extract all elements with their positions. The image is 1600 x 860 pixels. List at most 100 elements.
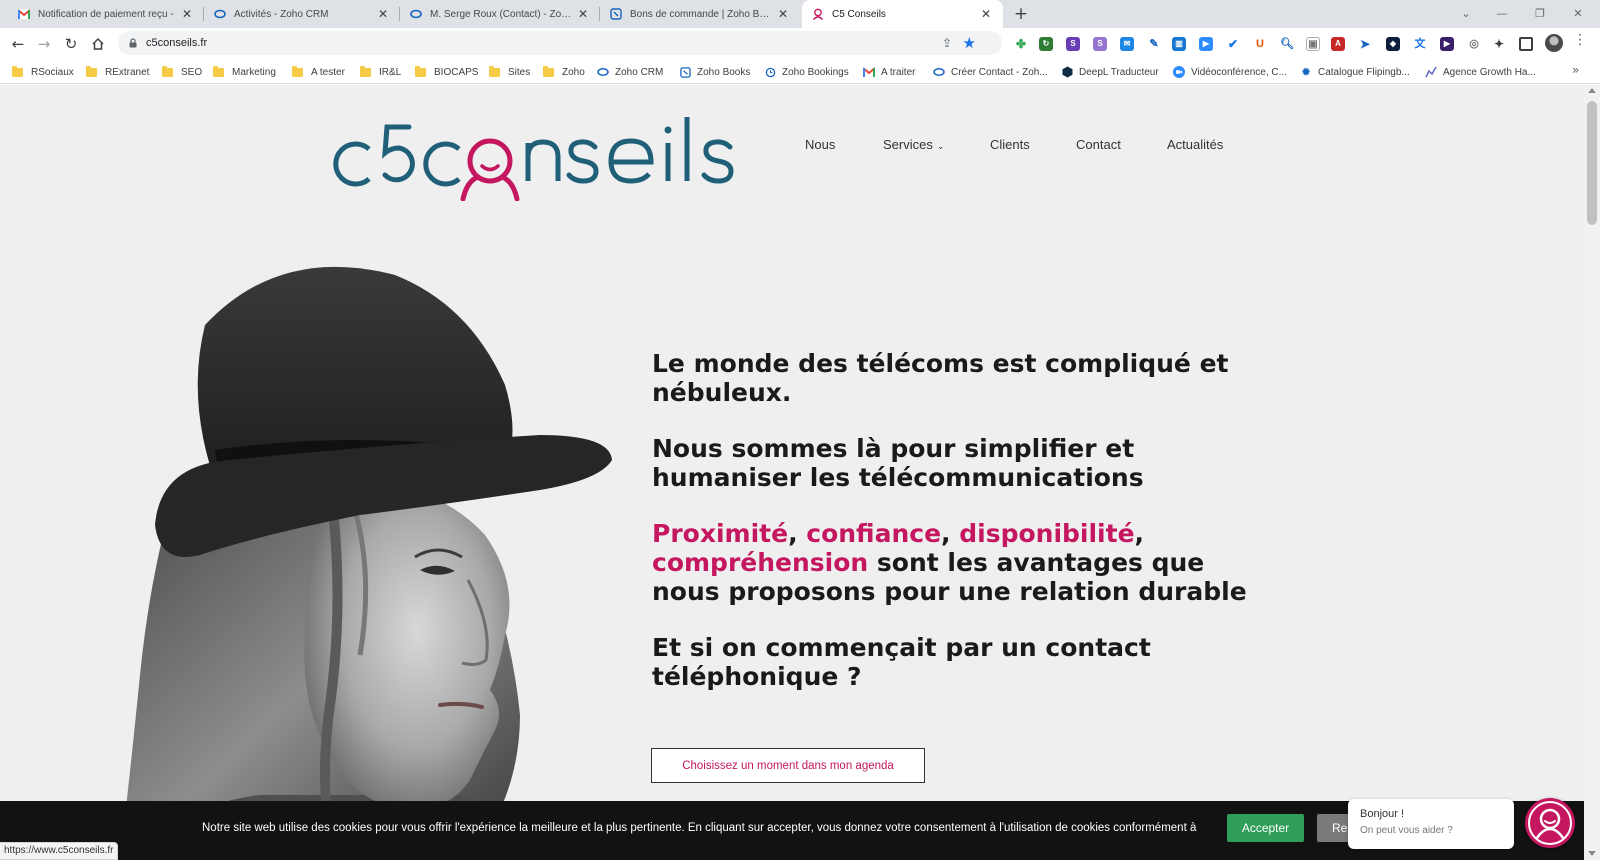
bookmark-seo[interactable]: SEO: [162, 64, 202, 80]
deepl-icon: [1061, 66, 1073, 78]
share-icon[interactable]: ⇪: [942, 36, 952, 50]
reload-icon[interactable]: ↻: [60, 33, 82, 55]
gear-icon: ✹: [1300, 65, 1312, 79]
extension-chat-icon[interactable]: ◎: [1467, 37, 1481, 51]
nav-services[interactable]: Services ⌄: [883, 137, 944, 152]
chat-greeting-bubble[interactable]: Bonjour ! On peut vous aider ?: [1348, 799, 1514, 849]
tab-strip: Notification de paiement reçu - ✕ Activi…: [0, 0, 1600, 28]
restore-icon[interactable]: ❐: [1526, 4, 1554, 24]
bookmark-a-traiter[interactable]: A traiter: [863, 64, 915, 80]
agenda-booking-button[interactable]: Choisissez un moment dans mon agenda: [651, 748, 925, 783]
extension-clover-icon[interactable]: ✤: [1014, 37, 1028, 51]
nav-actualites[interactable]: Actualités: [1167, 137, 1223, 152]
menu-kebab-icon[interactable]: ⋮: [1573, 32, 1587, 48]
extension-chart-icon[interactable]: ▥: [1172, 37, 1186, 51]
bookmark-star-icon[interactable]: ★: [963, 34, 976, 52]
bookmark-zoho[interactable]: Zoho: [543, 64, 585, 80]
nav-contact[interactable]: Contact: [1076, 137, 1121, 152]
hero-call-to-contact: Et si on commençait par un contact télép…: [652, 633, 1151, 691]
bookmarks-overflow-icon[interactable]: »: [1572, 63, 1579, 77]
back-icon[interactable]: ←: [7, 33, 29, 55]
tab-activites-zoho-crm[interactable]: Activités - Zoho CRM ✕: [204, 0, 400, 28]
minimize-icon[interactable]: —: [1488, 4, 1516, 24]
tab-notification-paiement[interactable]: Notification de paiement reçu - ✕: [8, 0, 204, 28]
bookmark-catalogue-flipingbook[interactable]: ✹ Catalogue Flipingb...: [1300, 64, 1410, 80]
tab-c5-conseils[interactable]: C5 Conseils ✕: [802, 0, 1003, 28]
extension-s-lavender-icon[interactable]: S: [1093, 37, 1107, 51]
bookmarks-bar: RSociaux RExtranet SEO Marketing A teste…: [0, 59, 1600, 84]
close-window-icon[interactable]: ✕: [1564, 4, 1592, 24]
forward-icon[interactable]: →: [33, 33, 55, 55]
tab-search-icon[interactable]: ⌄: [1452, 4, 1480, 24]
new-tab-button[interactable]: +: [1011, 4, 1031, 24]
extension-check-icon[interactable]: ✔: [1226, 37, 1240, 51]
side-panel-icon[interactable]: [1519, 37, 1533, 51]
logo-wordmark: [333, 117, 734, 202]
bookmark-rextranet[interactable]: RExtranet: [86, 64, 149, 80]
address-bar[interactable]: c5conseils.fr ⇪ ★: [118, 31, 1002, 55]
bookmark-irl[interactable]: IR&L: [360, 64, 401, 80]
bookmark-label: Créer Contact - Zoh...: [951, 66, 1048, 78]
bookmark-rsociaux[interactable]: RSociaux: [12, 64, 74, 80]
extension-translate-icon[interactable]: 文: [1413, 37, 1427, 51]
value-confiance: confiance: [806, 519, 942, 548]
bookmark-creer-contact[interactable]: Créer Contact - Zoh...: [933, 64, 1048, 80]
punctuation: ,: [941, 519, 960, 548]
bookmark-label: Agence Growth Ha...: [1443, 66, 1536, 78]
tab-title: Notification de paiement reçu -: [38, 8, 174, 20]
bookmark-zoho-books[interactable]: Zoho Books: [679, 64, 750, 80]
close-tab-icon[interactable]: ✕: [576, 7, 590, 21]
nav-nous[interactable]: Nous: [805, 137, 835, 152]
gmail-icon: [18, 8, 30, 20]
bookmark-label: Vidéoconférence, C...: [1191, 66, 1287, 78]
bookmark-marketing[interactable]: Marketing: [213, 64, 276, 80]
cookie-accept-button[interactable]: Accepter: [1227, 814, 1304, 842]
close-tab-icon[interactable]: ✕: [376, 7, 390, 21]
zoho-crm-icon: [410, 8, 422, 20]
c5conseils-logo[interactable]: [325, 111, 755, 202]
chat-avatar-icon: [1528, 801, 1572, 845]
bookmark-agence-growth[interactable]: Agence Growth Ha...: [1425, 64, 1536, 80]
bookmark-label: A tester: [311, 66, 345, 78]
bookmark-label: Zoho CRM: [615, 66, 664, 78]
bookmark-biocaps[interactable]: BIOCAPS: [415, 64, 478, 80]
folder-icon: [12, 65, 23, 77]
tab-serge-roux-contact[interactable]: M. Serge Roux (Contact) - Zoho C ✕: [400, 0, 600, 28]
bookmark-zoho-bookings[interactable]: Zoho Bookings: [764, 64, 849, 80]
bookmark-zoho-crm[interactable]: Zoho CRM: [597, 64, 663, 80]
close-tab-icon[interactable]: ✕: [776, 7, 790, 21]
extension-deepl-icon[interactable]: ◆: [1386, 37, 1400, 51]
bookmark-deepl[interactable]: DeepL Traducteur: [1061, 64, 1159, 80]
close-tab-icon[interactable]: ✕: [180, 7, 194, 21]
close-tab-icon[interactable]: ✕: [979, 7, 993, 21]
scroll-up-arrow-icon[interactable]: [1588, 88, 1596, 93]
chat-launcher-button[interactable]: [1525, 798, 1575, 848]
home-icon[interactable]: [87, 33, 109, 55]
extension-pen-icon[interactable]: ✎: [1147, 37, 1161, 51]
extension-zoom-icon[interactable]: ▶: [1199, 37, 1213, 51]
extension-arrow-icon[interactable]: ➤: [1358, 37, 1372, 51]
extension-mail-icon[interactable]: ✉: [1120, 37, 1134, 51]
bookmark-a-tester[interactable]: A tester: [292, 64, 345, 80]
bookmark-sites[interactable]: Sites: [489, 64, 530, 80]
profile-avatar[interactable]: [1545, 34, 1563, 52]
extension-refresh-icon[interactable]: ↻: [1039, 37, 1053, 51]
nav-clients[interactable]: Clients: [990, 137, 1030, 152]
tab-bons-de-commande[interactable]: Bons de commande | Zoho Book ✕: [600, 0, 800, 28]
extension-play-icon[interactable]: ▶: [1440, 37, 1454, 51]
folder-icon: [360, 65, 371, 77]
scrollbar-thumb[interactable]: [1587, 101, 1597, 225]
bookmark-label: DeepL Traducteur: [1079, 66, 1159, 78]
scroll-down-arrow-icon[interactable]: [1588, 851, 1596, 856]
extension-search-icon[interactable]: 🔍︎: [1280, 37, 1294, 51]
punctuation: ,: [788, 519, 807, 548]
extension-red-icon[interactable]: A: [1331, 37, 1345, 51]
bookmark-videoconference[interactable]: Vidéoconférence, C...: [1173, 64, 1287, 80]
extension-u-icon[interactable]: U: [1253, 37, 1267, 51]
folder-icon: [543, 65, 554, 77]
extensions-puzzle-icon[interactable]: ✦: [1492, 37, 1506, 51]
value-comprehension: compréhension: [652, 548, 869, 577]
page-scrollbar[interactable]: [1584, 85, 1600, 860]
extension-s-purple-icon[interactable]: S: [1066, 37, 1080, 51]
extension-frame-icon[interactable]: ▣: [1306, 37, 1320, 51]
